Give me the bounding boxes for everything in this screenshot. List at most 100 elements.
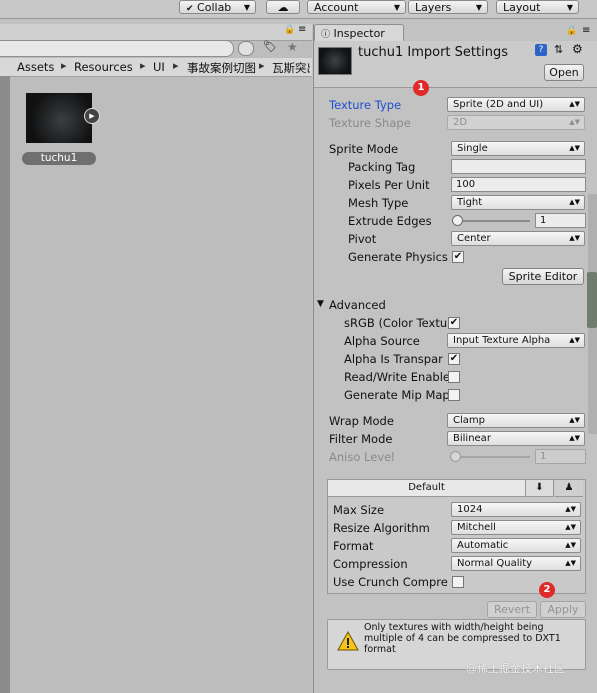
layout-dropdown[interactable]: Layout ▼ <box>496 0 579 14</box>
preset-sliders-icon[interactable]: ⇅ <box>554 43 563 56</box>
breadcrumb-gas-folder[interactable]: 瓦斯突出 <box>272 60 310 76</box>
read-write-label: Read/Write Enable <box>344 370 448 384</box>
alpha-is-transparency-checkbox[interactable]: ✔ <box>448 353 460 365</box>
collab-check-icon: ✔ <box>186 4 194 14</box>
cloud-icon: ☁ <box>277 1 289 14</box>
account-button[interactable]: Account ▼ <box>307 0 406 14</box>
asset-name-label[interactable]: tuchu1 <box>22 152 96 165</box>
texture-shape-label: Texture Shape <box>329 116 411 130</box>
breadcrumb-separator-icon: ▸ <box>140 59 146 72</box>
cloud-button[interactable]: ☁ <box>266 0 300 14</box>
dropdown-arrow-icon: ▲▼ <box>569 118 580 126</box>
format-dropdown[interactable]: Automatic ▲▼ <box>451 538 581 553</box>
breadcrumb-assets[interactable]: Assets <box>17 60 54 74</box>
extrude-edges-slider[interactable] <box>456 220 530 222</box>
chevron-down-icon: ▼ <box>243 3 250 12</box>
texture-preview-icon <box>318 47 352 75</box>
resize-algorithm-dropdown[interactable]: Mitchell ▲▼ <box>451 520 581 535</box>
apply-button[interactable]: Apply <box>540 601 586 618</box>
project-pane-header: 🔒 ≡ <box>0 24 312 41</box>
breadcrumb-accident-folder[interactable]: 事故案例切图 <box>187 60 256 76</box>
breadcrumb-ui[interactable]: UI <box>153 60 165 74</box>
dropdown-arrow-icon: ▲▼ <box>569 434 580 442</box>
use-crunch-compression-label: Use Crunch Compre <box>333 575 448 589</box>
help-book-icon[interactable]: ? <box>535 44 547 56</box>
asset-thumbnail[interactable] <box>26 93 92 143</box>
lock-icon[interactable]: 🔒 <box>284 25 295 35</box>
inspector-scrollbar-thumb[interactable] <box>587 272 597 328</box>
wrap-mode-dropdown[interactable]: Clamp ▲▼ <box>447 413 585 428</box>
extrude-edges-field[interactable]: 1 <box>535 213 586 228</box>
lock-icon[interactable]: 🔒 <box>566 26 577 36</box>
dropdown-arrow-icon: ▲▼ <box>569 198 580 206</box>
favorite-star-icon[interactable]: ★ <box>287 40 298 54</box>
dropdown-arrow-icon: ▲▼ <box>565 541 576 549</box>
tab-default-platform[interactable]: Default <box>328 480 526 497</box>
aniso-level-slider <box>454 456 530 458</box>
sprite-editor-button[interactable]: Sprite Editor <box>502 268 584 285</box>
use-crunch-compression-checkbox[interactable] <box>452 576 464 588</box>
sprite-mode-dropdown[interactable]: Single ▲▼ <box>451 141 585 156</box>
pivot-label: Pivot <box>348 232 377 246</box>
advanced-header[interactable]: Advanced <box>329 298 386 312</box>
breadcrumb-separator-icon: ▸ <box>173 59 179 72</box>
generate-physics-checkbox[interactable]: ✔ <box>452 251 464 263</box>
texture-type-dropdown[interactable]: Sprite (2D and UI) ▲▼ <box>447 97 585 112</box>
top-toolbar: ✔ Collab ▼ ☁ Account ▼ Layers ▼ Layout ▼ <box>0 0 597 19</box>
search-filter-icon[interactable] <box>238 41 254 56</box>
filter-mode-dropdown[interactable]: Bilinear ▲▼ <box>447 431 585 446</box>
warning-icon <box>337 631 359 651</box>
folder-tree-strip <box>0 76 10 693</box>
wrap-mode-label: Wrap Mode <box>329 414 394 428</box>
generate-physics-label: Generate Physics <box>348 250 448 264</box>
extrude-edges-slider-handle[interactable] <box>452 215 463 226</box>
chevron-down-icon: ▼ <box>393 3 400 12</box>
annotation-marker-2: 2 <box>539 582 555 598</box>
read-write-checkbox[interactable] <box>448 371 460 383</box>
compression-label: Compression <box>333 557 408 571</box>
srgb-checkbox[interactable]: ✔ <box>448 317 460 329</box>
dropdown-arrow-icon: ▲▼ <box>569 234 580 242</box>
alpha-source-dropdown[interactable]: Input Texture Alpha ▲▼ <box>447 333 585 348</box>
max-size-label: Max Size <box>333 503 385 517</box>
compression-dropdown[interactable]: Normal Quality ▲▼ <box>451 556 581 571</box>
project-search-input[interactable] <box>0 40 234 57</box>
breadcrumb-resources[interactable]: Resources <box>74 60 133 74</box>
aniso-level-field: 1 <box>535 449 586 464</box>
tab-inspector[interactable]: ⓘ Inspector <box>314 24 404 42</box>
max-size-dropdown[interactable]: 1024 ▲▼ <box>451 502 581 517</box>
gear-icon[interactable]: ⚙ <box>572 42 583 56</box>
alpha-source-label: Alpha Source <box>344 334 420 348</box>
resize-algorithm-label: Resize Algorithm <box>333 521 430 535</box>
dropdown-arrow-icon: ▲▼ <box>569 144 580 152</box>
generate-mip-maps-checkbox[interactable] <box>448 389 460 401</box>
dropdown-arrow-icon: ▲▼ <box>565 505 576 513</box>
format-label: Format <box>333 539 374 553</box>
breadcrumb-separator-icon: ▸ <box>61 59 67 72</box>
generate-mip-maps-label: Generate Mip Map <box>344 388 448 402</box>
dropdown-arrow-icon: ▲▼ <box>569 100 580 108</box>
revert-button[interactable]: Revert <box>487 601 537 618</box>
collab-button[interactable]: ✔ Collab ▼ <box>179 0 256 14</box>
annotation-marker-1: 1 <box>413 80 429 96</box>
menu-icon[interactable]: ≡ <box>298 24 306 35</box>
download-platform-icon[interactable]: ⬇ <box>526 480 554 497</box>
pixels-per-unit-field[interactable]: 100 <box>451 177 586 192</box>
aniso-level-slider-handle <box>450 451 461 462</box>
packing-tag-field[interactable] <box>451 159 586 174</box>
mesh-type-dropdown[interactable]: Tight ▲▼ <box>451 195 585 210</box>
layers-dropdown[interactable]: Layers ▼ <box>408 0 488 14</box>
pivot-dropdown[interactable]: Center ▲▼ <box>451 231 585 246</box>
breadcrumb-separator-icon: ▸ <box>259 59 265 72</box>
play-icon[interactable]: ▶ <box>84 108 100 124</box>
foldout-arrow-icon[interactable]: ▼ <box>317 299 324 309</box>
label-tag-icon[interactable]: 🏷 <box>263 40 277 53</box>
android-platform-icon[interactable]: ♟ <box>555 480 583 497</box>
dropdown-arrow-icon: ▲▼ <box>565 559 576 567</box>
open-button[interactable]: Open <box>544 64 584 81</box>
pixels-per-unit-label: Pixels Per Unit <box>348 178 430 192</box>
packing-tag-label: Packing Tag <box>348 160 416 174</box>
alpha-is-transparency-label: Alpha Is Transpar <box>344 352 443 366</box>
menu-icon[interactable]: ≡ <box>582 25 590 36</box>
aniso-level-label: Aniso Level <box>329 450 395 464</box>
